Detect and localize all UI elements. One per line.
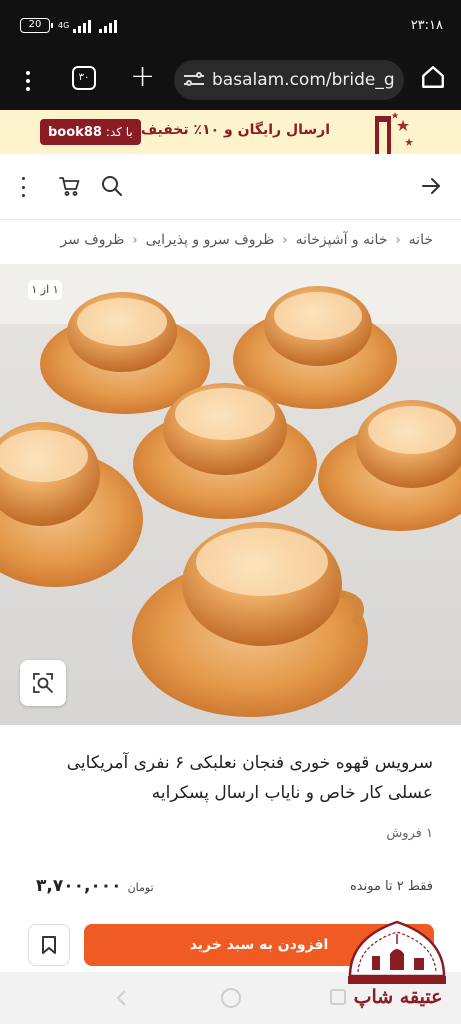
book-illustration xyxy=(375,112,413,154)
sales-count: ۱ فروش xyxy=(386,826,433,841)
nav-home-icon[interactable] xyxy=(221,988,241,1008)
app-header xyxy=(0,154,461,220)
home-icon[interactable] xyxy=(420,64,446,90)
browser-toolbar: ۳۰ + basalam.com/bride_g xyxy=(0,52,461,110)
url-text: basalam.com/bride_g xyxy=(212,70,395,90)
price: ۳,۷۰۰,۰۰۰ تومان xyxy=(36,876,154,896)
stock-status: فقط ۲ تا مونده xyxy=(349,879,433,894)
breadcrumb-item-dishes[interactable]: ظروف سر xyxy=(60,232,124,248)
shop-name-watermark: عتیقه شاپ xyxy=(353,986,443,1008)
plus-icon[interactable]: + xyxy=(130,62,155,92)
promo-banner[interactable]: با کد: book88 ارسال رایگان و ۱۰٪ تخفیف xyxy=(0,110,461,154)
breadcrumb: خانه ‹ خانه و آشپزخانه ‹ ظروف سرو و پذیر… xyxy=(13,228,433,252)
tabs-icon[interactable]: ۳۰ xyxy=(72,66,96,90)
chevron-icon: ‹ xyxy=(282,232,288,248)
clock: ۲۳:۱۸ xyxy=(410,18,443,33)
bookmark-icon xyxy=(42,936,56,954)
chevron-icon: ‹ xyxy=(395,232,401,248)
battery-icon: 20 xyxy=(20,18,53,33)
promo-text: ارسال رایگان و ۱۰٪ تخفیف xyxy=(140,122,330,138)
site-settings-icon[interactable] xyxy=(184,72,204,88)
breadcrumb-item-home[interactable]: خانه xyxy=(409,232,433,248)
address-bar[interactable]: basalam.com/bride_g xyxy=(174,60,404,100)
nav-back-icon[interactable] xyxy=(112,988,132,1008)
promo-code-badge: با کد: book88 xyxy=(40,119,141,145)
product-title: سرویس قهوه خوری فنجان نعلبکی ۶ نفری آمری… xyxy=(66,753,433,803)
chevron-icon: ‹ xyxy=(132,232,138,248)
back-arrow-icon[interactable] xyxy=(421,176,441,196)
zoom-icon xyxy=(33,673,53,693)
menu-icon[interactable] xyxy=(20,68,36,94)
currency-label: تومان xyxy=(127,881,154,894)
search-icon[interactable] xyxy=(100,174,124,198)
status-bar: 20 4G ۲۳:۱۸ xyxy=(0,0,461,52)
bookmark-button[interactable] xyxy=(28,924,70,966)
image-counter: ۱ از ۱ xyxy=(28,280,62,300)
signal-icon xyxy=(73,19,92,33)
price-amount: ۳,۷۰۰,۰۰۰ xyxy=(36,876,122,896)
breadcrumb-item-serving[interactable]: ظروف سرو و پذیرایی xyxy=(146,232,275,248)
zoom-button[interactable] xyxy=(20,660,66,706)
product-photo xyxy=(0,264,461,725)
product-image[interactable] xyxy=(0,264,461,725)
signal-icon-2 xyxy=(99,19,118,33)
more-icon[interactable] xyxy=(22,177,25,197)
network-type: 4G xyxy=(58,21,70,30)
cart-icon[interactable] xyxy=(58,174,82,198)
breadcrumb-item-kitchen[interactable]: خانه و آشپزخانه xyxy=(296,232,388,248)
